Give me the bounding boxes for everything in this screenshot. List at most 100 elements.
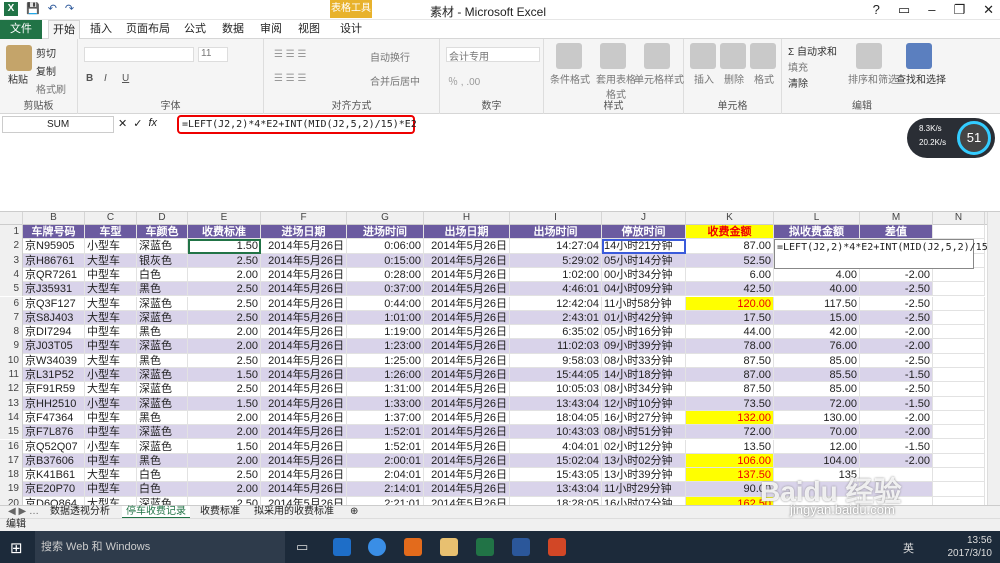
cell-in_time[interactable]: 1:33:00 — [347, 396, 424, 411]
header-cell-out_time[interactable]: 出场时间 — [510, 225, 602, 240]
insert-cells-icon[interactable] — [690, 43, 716, 69]
column-header-d[interactable]: D — [137, 212, 188, 225]
powerpoint-icon[interactable] — [548, 538, 566, 556]
cell-color[interactable]: 深蓝色 — [137, 425, 188, 440]
cell-out_time[interactable]: 10:43:03 — [510, 425, 602, 440]
cell-type[interactable]: 中型车 — [85, 325, 137, 340]
wrap-text-button[interactable]: 自动换行 — [370, 49, 410, 64]
cell-color[interactable]: 白色 — [137, 482, 188, 497]
cell-fee[interactable]: 73.50 — [686, 396, 774, 411]
cell-fee[interactable]: 120.00 — [686, 296, 774, 311]
cell-out_time[interactable]: 1:02:00 — [510, 267, 602, 283]
cell-in_time[interactable]: 1:52:01 — [347, 439, 424, 454]
find-select-button[interactable]: 查找和选择 — [896, 71, 946, 86]
minimize-icon[interactable]: – — [928, 2, 935, 18]
cell-in_date[interactable]: 2014年5月26日 — [261, 468, 347, 483]
row-number[interactable]: 2 — [0, 239, 23, 254]
cell-out_time[interactable]: 5:29:02 — [510, 253, 602, 268]
cell-out_time[interactable]: 9:58:03 — [510, 353, 602, 368]
underline-icon[interactable]: U — [122, 73, 129, 84]
cell-type[interactable]: 中型车 — [85, 339, 137, 354]
cell-color[interactable]: 白色 — [137, 468, 188, 483]
cell-dur[interactable]: 08小时51分钟 — [602, 425, 686, 440]
cell-plate[interactable]: 京W34039 — [23, 353, 85, 368]
cell-in_date[interactable]: 2014年5月26日 — [261, 353, 347, 368]
column-header-i[interactable]: I — [510, 212, 602, 225]
cell-est[interactable]: 42.00 — [774, 325, 860, 340]
excel-taskbar-icon[interactable] — [476, 538, 494, 556]
column-header-b[interactable]: B — [23, 212, 85, 225]
cell-dur[interactable]: 13小时39分钟 — [602, 468, 686, 483]
cell-in_time[interactable]: 0:15:00 — [347, 253, 424, 268]
restore-window-icon[interactable]: ❐ — [953, 2, 965, 18]
empty-cell[interactable] — [933, 353, 985, 368]
empty-cell[interactable] — [933, 396, 985, 411]
cell-in_time[interactable]: 1:37:00 — [347, 410, 424, 426]
header-cell-dur[interactable]: 停放时间 — [602, 225, 686, 240]
cell-dur[interactable]: 16小时27分钟 — [602, 410, 686, 426]
header-cell-plate[interactable]: 车牌号码 — [23, 225, 85, 240]
cell-out_date[interactable]: 2014年5月26日 — [424, 239, 510, 254]
cell-in_time[interactable]: 0:28:00 — [347, 267, 424, 283]
number-format-select[interactable]: 会计专用 — [446, 47, 540, 63]
word-icon[interactable] — [512, 538, 530, 556]
cell-color[interactable]: 黑色 — [137, 410, 188, 426]
row-number[interactable]: 8 — [0, 325, 23, 340]
fill-button[interactable]: 填充 — [788, 59, 808, 74]
cell-est[interactable]: 130.00 — [774, 410, 860, 426]
cell-in_time[interactable]: 2:21:01 — [347, 496, 424, 505]
cell-out_date[interactable]: 2014年5月26日 — [424, 396, 510, 411]
cell-dur[interactable]: 02小时12分钟 — [602, 439, 686, 454]
cell-in_date[interactable]: 2014年5月26日 — [261, 296, 347, 311]
cell-fee[interactable]: 72.00 — [686, 425, 774, 440]
cell-color[interactable]: 深蓝色 — [137, 296, 188, 311]
cell-out_date[interactable]: 2014年5月26日 — [424, 353, 510, 368]
cell-fee[interactable]: 132.00 — [686, 410, 774, 426]
row-number[interactable]: 14 — [0, 410, 23, 426]
row-number[interactable]: 16 — [0, 439, 23, 454]
delete-cells-icon[interactable] — [720, 43, 746, 69]
clear-button[interactable]: 清除 — [788, 75, 808, 90]
cell-type[interactable]: 中型车 — [85, 482, 137, 497]
cell-std[interactable]: 2.50 — [188, 382, 261, 397]
cell-type[interactable]: 大型车 — [85, 496, 137, 505]
cell-out_time[interactable]: 4:46:01 — [510, 282, 602, 297]
cell-est[interactable]: 40.00 — [774, 282, 860, 297]
cell-in_time[interactable]: 1:25:00 — [347, 353, 424, 368]
tab-design[interactable]: 设计 — [334, 20, 368, 39]
cell-in_date[interactable]: 2014年5月26日 — [261, 496, 347, 505]
cell-est[interactable]: 4.00 — [774, 267, 860, 283]
cell-in_date[interactable]: 2014年5月26日 — [261, 310, 347, 326]
cell-diff[interactable]: -2.00 — [860, 339, 933, 354]
cell-color[interactable]: 深蓝色 — [137, 339, 188, 354]
cell-dur[interactable]: 14小时21分钟 — [602, 239, 686, 254]
cell-est[interactable]: 15.00 — [774, 310, 860, 326]
windows-start-icon[interactable]: ⊞ — [10, 539, 23, 557]
cell-type[interactable]: 大型车 — [85, 468, 137, 483]
cell-in_date[interactable]: 2014年5月26日 — [261, 382, 347, 397]
vertical-scrollbar[interactable] — [987, 212, 1000, 505]
autosum-button[interactable]: Σ 自动求和 — [788, 43, 837, 58]
cell-diff[interactable]: -2.50 — [860, 310, 933, 326]
tab-home[interactable]: 开始 — [48, 20, 80, 39]
cell-out_time[interactable]: 18:04:05 — [510, 410, 602, 426]
cell-std[interactable]: 2.00 — [188, 267, 261, 283]
cell-in_time[interactable]: 2:04:01 — [347, 468, 424, 483]
empty-cell[interactable] — [933, 496, 985, 505]
cell-color[interactable]: 深蓝色 — [137, 368, 188, 383]
cell-dur[interactable]: 08小时34分钟 — [602, 382, 686, 397]
font-name-select[interactable] — [84, 47, 194, 62]
currency-icon[interactable]: ％ , .00 — [448, 73, 480, 88]
cell-in_time[interactable]: 2:00:01 — [347, 453, 424, 469]
empty-cell[interactable] — [933, 425, 985, 440]
header-cell-diff[interactable]: 差值 — [860, 225, 933, 240]
cell-est[interactable]: 85.50 — [774, 368, 860, 383]
cell-dur[interactable]: 08小时33分钟 — [602, 353, 686, 368]
header-cell-fee[interactable]: 收费金额 — [686, 225, 774, 240]
taskbar-search[interactable]: 搜索 Web 和 Windows — [35, 531, 285, 563]
column-header-m[interactable]: M — [860, 212, 933, 225]
paste-icon[interactable] — [6, 45, 32, 71]
cell-plate[interactable]: 京H86761 — [23, 253, 85, 268]
conditional-format-icon[interactable] — [556, 43, 582, 69]
redo-icon[interactable]: ↷ — [65, 2, 74, 16]
